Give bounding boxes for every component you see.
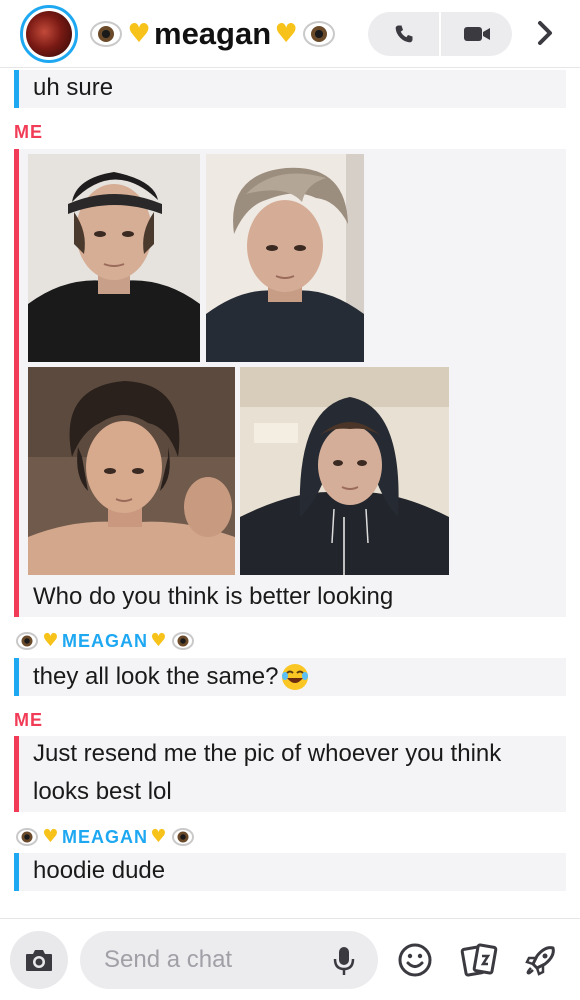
message-bubble[interactable]: they all look the same?	[14, 658, 566, 696]
call-controls	[368, 12, 512, 56]
cards-icon[interactable]	[460, 941, 498, 979]
message-text: they all look the same?	[33, 663, 279, 690]
sender-name: MEAGAN	[62, 630, 148, 651]
message-text-row: they all look the same?	[33, 662, 310, 692]
sender-label-meagan: ♥ MEAGAN ♥	[14, 826, 196, 848]
yellow-heart-emoji: ♥	[150, 630, 168, 651]
message-text: uh sure	[33, 74, 114, 101]
camera-button[interactable]	[10, 931, 68, 989]
chat-header: ♥ meagan ♥	[0, 0, 580, 68]
phone-icon	[395, 25, 412, 43]
message-text-line-1: Just resend me the pic of whoever you th…	[33, 740, 502, 767]
voice-call-button[interactable]	[368, 12, 439, 56]
eyes-emoji	[16, 828, 38, 846]
message-text-line-2: looks best lol	[33, 778, 172, 805]
avatar-image	[26, 11, 72, 57]
message-bubble[interactable]: hoodie dude	[14, 853, 566, 891]
eyes-emoji	[90, 21, 122, 47]
video-camera-icon	[463, 27, 490, 41]
rocket-icon[interactable]	[522, 941, 560, 979]
message-text: hoodie dude	[33, 857, 166, 884]
photo-3[interactable]	[28, 367, 235, 575]
contact-title[interactable]: ♥ meagan ♥	[88, 12, 337, 56]
photo-1[interactable]	[28, 154, 200, 362]
photo-4[interactable]	[240, 367, 449, 575]
chevron-right-icon[interactable]	[528, 16, 562, 50]
yellow-heart-emoji: ♥	[150, 826, 168, 847]
sender-name: MEAGAN	[62, 826, 148, 847]
contact-name: meagan	[154, 16, 272, 51]
message-bubble[interactable]: uh sure	[14, 70, 566, 108]
message-bubble[interactable]: Just resend me the pic of whoever you th…	[14, 736, 566, 812]
smiley-icon[interactable]	[396, 941, 434, 979]
eyes-emoji	[172, 632, 194, 650]
sender-label-me: ME	[14, 122, 43, 142]
photo-2[interactable]	[206, 154, 364, 362]
message-text: Who do you think is better looking	[33, 583, 394, 610]
yellow-heart-emoji: ♥	[42, 826, 60, 847]
yellow-heart-emoji: ♥	[127, 19, 151, 49]
profile-avatar[interactable]	[20, 5, 78, 63]
chat-composer-bar	[0, 918, 580, 1000]
microphone-icon[interactable]	[330, 945, 358, 977]
eyes-emoji	[172, 828, 194, 846]
eyes-emoji	[303, 21, 336, 47]
laughing-emoji-icon	[282, 664, 309, 690]
eyes-emoji	[16, 632, 38, 650]
photo-message-bubble[interactable]: Who do you think is better looking	[14, 149, 566, 617]
sender-label-meagan: ♥ MEAGAN ♥	[14, 630, 196, 652]
video-call-button[interactable]	[439, 12, 512, 56]
yellow-heart-emoji: ♥	[42, 630, 60, 651]
sender-label-me: ME	[14, 710, 43, 730]
camera-icon	[26, 950, 52, 971]
yellow-heart-emoji: ♥	[274, 19, 298, 49]
